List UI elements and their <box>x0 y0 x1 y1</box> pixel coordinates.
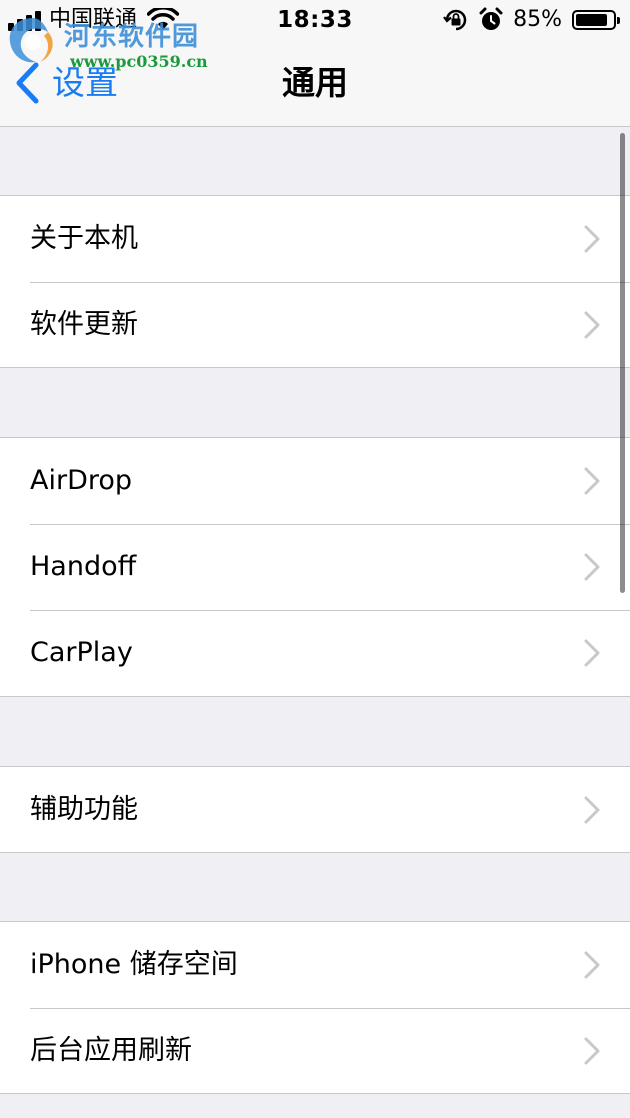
watermark-url: www.pc0359.cn <box>70 52 208 71</box>
row-label: 辅助功能 <box>30 794 138 825</box>
row-label: 软件更新 <box>30 309 138 340</box>
settings-group-1: 关于本机 软件更新 <box>0 195 630 368</box>
section-gap <box>0 697 630 766</box>
row-iphone-storage[interactable]: iPhone 储存空间 <box>0 922 630 1008</box>
watermark: 河东软件园 www.pc0359.cn <box>4 8 214 71</box>
section-gap <box>0 368 630 437</box>
settings-group-2: AirDrop Handoff CarPlay <box>0 437 630 697</box>
row-carplay[interactable]: CarPlay <box>0 610 630 696</box>
row-airdrop[interactable]: AirDrop <box>0 438 630 524</box>
row-about[interactable]: 关于本机 <box>0 196 630 282</box>
rotation-lock-icon <box>443 9 467 31</box>
alarm-icon <box>479 7 503 30</box>
row-label: iPhone 储存空间 <box>30 949 238 980</box>
status-right: 85% <box>443 6 620 34</box>
battery-icon <box>572 10 620 30</box>
row-accessibility[interactable]: 辅助功能 <box>0 767 630 853</box>
settings-group-3: 辅助功能 <box>0 766 630 853</box>
settings-group-4: iPhone 储存空间 后台应用刷新 <box>0 921 630 1094</box>
chevron-right-icon <box>584 553 600 581</box>
row-background-app-refresh[interactable]: 后台应用刷新 <box>0 1008 630 1094</box>
row-label: AirDrop <box>30 465 133 496</box>
row-label: 关于本机 <box>30 223 138 254</box>
row-label: 后台应用刷新 <box>30 1035 192 1066</box>
row-handoff[interactable]: Handoff <box>0 524 630 610</box>
row-label: CarPlay <box>30 637 133 668</box>
row-software-update[interactable]: 软件更新 <box>0 282 630 368</box>
chevron-right-icon <box>584 951 600 979</box>
section-gap <box>0 127 630 195</box>
row-label: Handoff <box>30 551 137 582</box>
scrollbar[interactable] <box>620 133 625 593</box>
chevron-right-icon <box>584 467 600 495</box>
chevron-right-icon <box>584 796 600 824</box>
watermark-name: 河东软件园 <box>64 22 200 52</box>
battery-percent: 85% <box>513 7 562 32</box>
chevron-right-icon <box>584 1037 600 1065</box>
watermark-logo-icon <box>9 18 53 63</box>
section-gap <box>0 853 630 921</box>
chevron-right-icon <box>584 225 600 253</box>
battery-fill <box>576 14 607 26</box>
chevron-right-icon <box>584 311 600 339</box>
chevron-right-icon <box>584 639 600 667</box>
